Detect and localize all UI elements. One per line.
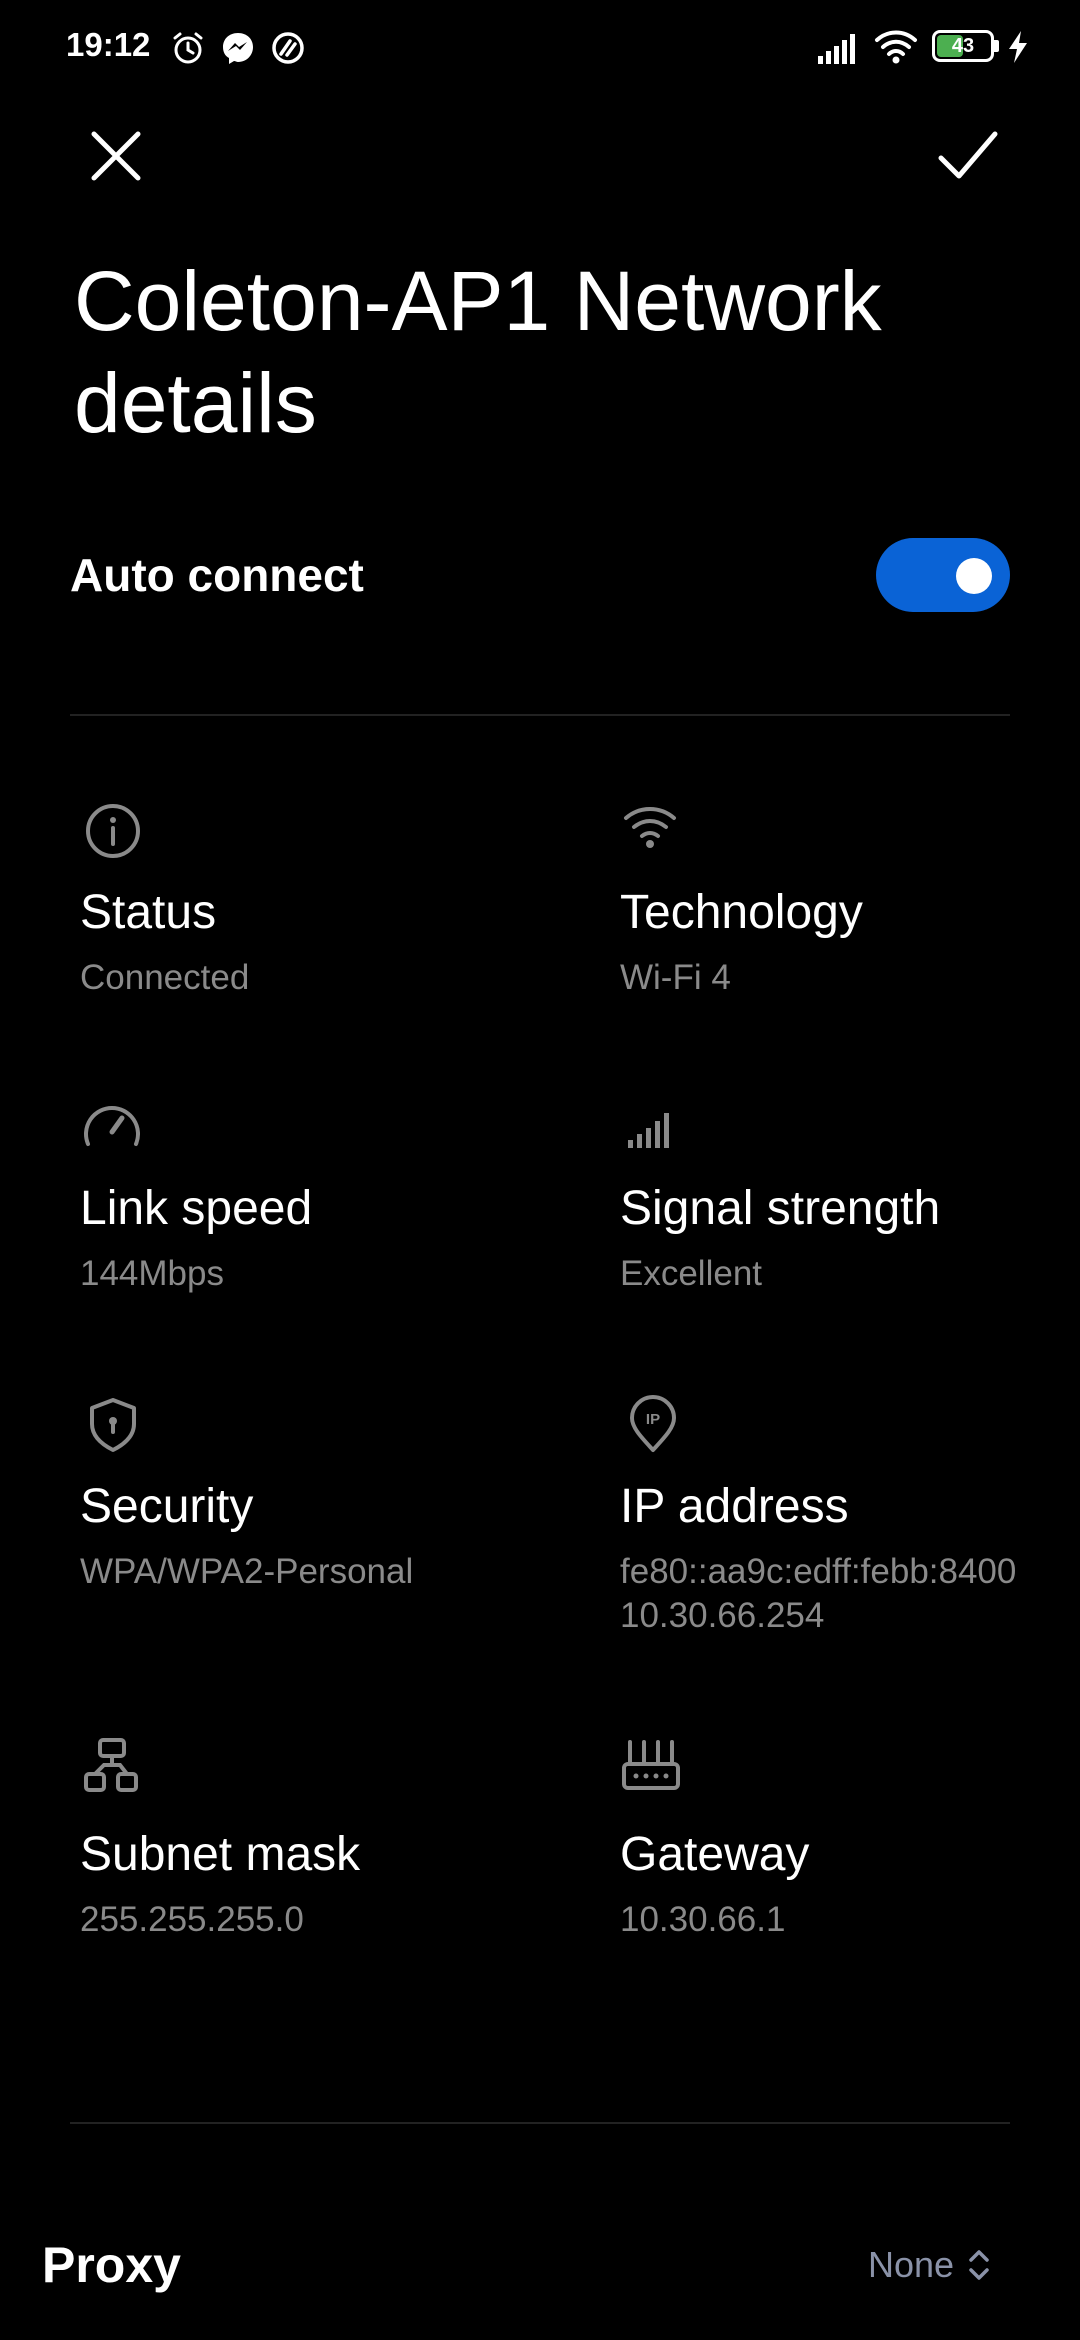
detail-signal-strength: Signal strength Excellent [620, 1096, 1060, 1296]
close-button[interactable] [80, 120, 152, 192]
battery-level: 43 [951, 35, 975, 57]
wifi-icon [624, 807, 676, 848]
divider [70, 2122, 1010, 2124]
close-icon [91, 131, 141, 181]
status-time: 19:12 [66, 26, 151, 63]
detail-gateway: Gateway 10.30.66.1 [620, 1736, 1060, 1942]
auto-connect-label: Auto connect [70, 549, 364, 601]
sync-icon [272, 32, 304, 64]
detail-value: fe80::aa9c:edff:febb:8400 [620, 1552, 1017, 1591]
shield-icon [90, 1398, 136, 1452]
detail-technology: Technology Wi-Fi 4 [620, 800, 1060, 1000]
detail-title: Gateway [620, 1828, 810, 1881]
alarm-icon [173, 32, 203, 64]
detail-title: Signal strength [620, 1182, 941, 1235]
proxy-value: None [868, 2244, 955, 2285]
detail-value-secondary: 10.30.66.254 [620, 1596, 825, 1635]
svg-text:IP: IP [646, 1411, 660, 1428]
ip-location-icon: IP [630, 1395, 676, 1452]
detail-value: 10.30.66.1 [620, 1900, 786, 1939]
detail-title: IP address [620, 1480, 849, 1533]
messenger-icon [223, 33, 253, 64]
speedometer-icon [84, 1106, 140, 1146]
proxy-select[interactable]: None [868, 2244, 990, 2286]
signal-strength-icon [628, 1113, 669, 1148]
detail-title: Subnet mask [80, 1828, 361, 1881]
battery-icon: 43 [932, 30, 994, 62]
detail-status: Status Connected [80, 800, 520, 1000]
auto-connect-toggle[interactable] [876, 538, 1010, 612]
detail-security: Security WPA/WPA2-Personal [80, 1394, 520, 1594]
divider [70, 714, 1010, 716]
network-topology-icon [84, 1738, 138, 1792]
page-title: Coleton-AP1 Network details [74, 254, 882, 450]
cellular-signal-icon [818, 34, 855, 64]
detail-value: 144Mbps [80, 1254, 224, 1293]
proxy-label: Proxy [42, 2237, 181, 2293]
detail-title: Status [80, 886, 217, 939]
chevron-up-down-icon [969, 2250, 989, 2280]
detail-title: Technology [620, 886, 863, 939]
detail-link-speed: Link speed 144Mbps [80, 1096, 520, 1296]
detail-value: WPA/WPA2-Personal [80, 1552, 414, 1591]
info-icon [86, 804, 140, 858]
charging-icon [1009, 31, 1027, 63]
confirm-button[interactable] [928, 118, 1008, 194]
detail-value: Connected [80, 958, 250, 997]
toggle-knob [956, 558, 992, 594]
detail-value: Excellent [620, 1254, 763, 1293]
router-icon [622, 1740, 680, 1790]
detail-ip-address: IP IP address fe80::aa9c:edff:febb:8400 … [620, 1394, 1060, 1638]
detail-subnet-mask: Subnet mask 255.255.255.0 [80, 1736, 520, 1942]
detail-title: Link speed [80, 1182, 313, 1235]
detail-title: Security [80, 1480, 254, 1533]
wifi-icon [875, 30, 917, 64]
check-icon [938, 131, 998, 179]
detail-value: Wi-Fi 4 [620, 958, 731, 997]
detail-value: 255.255.255.0 [80, 1900, 304, 1939]
